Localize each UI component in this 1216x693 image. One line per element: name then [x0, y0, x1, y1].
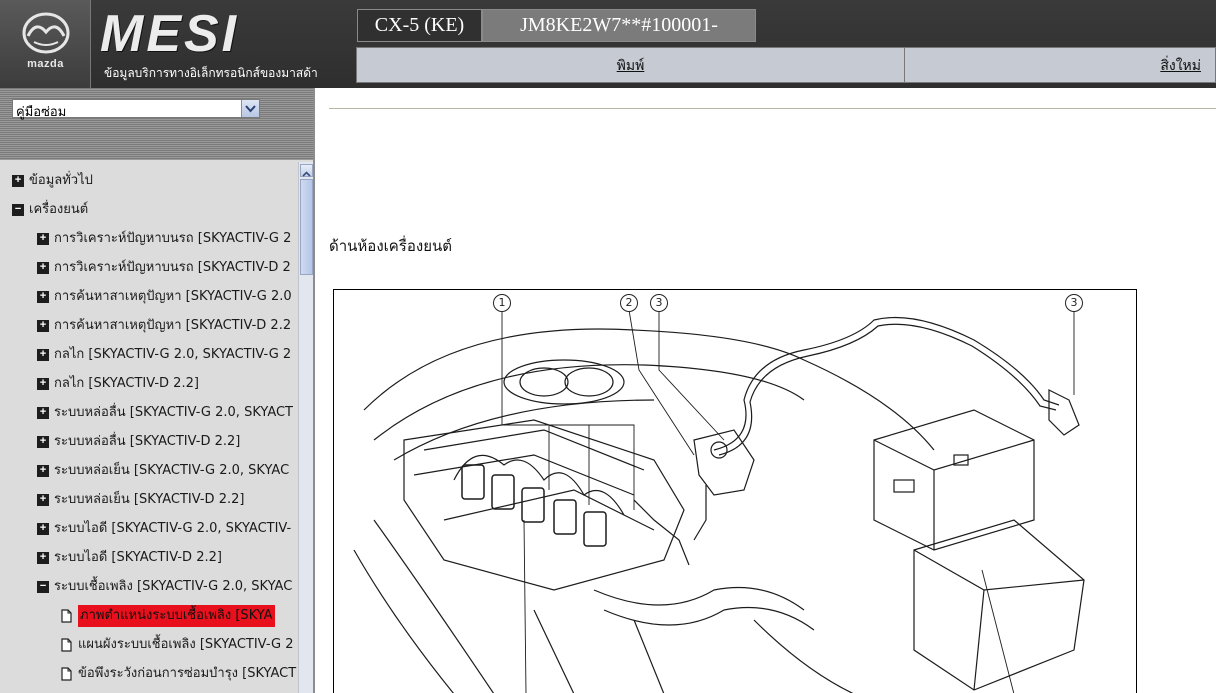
expand-icon[interactable]: +: [37, 291, 49, 303]
vehicle-model-label: CX-5 (KE): [357, 9, 482, 42]
tree-item-label: การค้นหาสาเหตุปัญหา [SKYACTIV-D 2.2: [54, 318, 292, 333]
logo-wordmark: mazda: [27, 58, 64, 70]
tree-item[interactable]: + กลไก [SKYACTIV-D 2.2]: [37, 373, 298, 395]
app-brand-title: MESI: [100, 5, 240, 63]
expand-icon[interactable]: +: [12, 175, 24, 187]
tree-item-label: ระบบไอดี [SKYACTIV-D 2.2]: [54, 550, 222, 565]
tree-item-label: ระบบหล่อลื่น [SKYACTIV-G 2.0, SKYACT: [54, 405, 294, 420]
mazda-logo: mazda: [0, 0, 91, 88]
expand-icon[interactable]: +: [37, 320, 49, 332]
expand-icon[interactable]: +: [37, 349, 49, 361]
navigation-tree: + ข้อมูลทั่วไป − เครื่องยนต์ + การวิเคราะห์ปั…: [0, 162, 298, 693]
document-icon: [61, 667, 72, 681]
tree-item-label: ระบบหล่อเย็น [SKYACTIV-D 2.2]: [54, 492, 245, 507]
callout-3-right: 3: [1065, 294, 1083, 312]
expand-icon[interactable]: +: [37, 523, 49, 535]
tree-item[interactable]: + ระบบหล่อลื่น [SKYACTIV-D 2.2]: [37, 431, 298, 453]
scroll-thumb[interactable]: [300, 179, 313, 275]
vin-label: JM8KE2W7**#100001-: [482, 9, 756, 42]
tree-item-label: การวิเคราะห์ปัญหาบนรถ [SKYACTIV-D 2: [54, 260, 291, 275]
tree-item[interactable]: + การวิเคราะห์ปัญหาบนรถ [SKYACTIV-D 2: [37, 257, 298, 279]
sidebar: คู่มือซ่อม + ข้อมูลทั่วไป − เครื่องยนต์ + การ…: [0, 88, 315, 693]
expand-icon[interactable]: +: [37, 465, 49, 477]
tree-item-label: ข้อมูลทั่วไป: [29, 173, 93, 188]
callout-1: 1: [493, 294, 511, 312]
tree-item-label-selected: ภาพตำแหน่งระบบเชื้อเพลิง [SKYA: [78, 605, 275, 627]
tree-item[interactable]: + ระบบหล่อลื่น [SKYACTIV-G 2.0, SKYACT: [37, 402, 298, 424]
tree-item[interactable]: + การค้นหาสาเหตุปัญหา [SKYACTIV-G 2.0: [37, 286, 298, 308]
tree-item[interactable]: − ระบบเชื้อเพลิง [SKYACTIV-G 2.0, SKYAC: [37, 576, 298, 598]
tree-item[interactable]: − เครื่องยนต์: [12, 199, 298, 221]
app-brand-subtitle: ข้อมูลบริการทางอิเล็กทรอนิกส์ของมาสด้า: [104, 66, 318, 80]
tree-item-label: ระบบหล่อเย็น [SKYACTIV-G 2.0, SKYAC: [54, 463, 290, 478]
sidebar-top-panel: คู่มือซ่อม: [0, 88, 313, 160]
whats-new-cell: สิ่งใหม่: [906, 48, 1215, 82]
toolbar: พิมพ์ สิ่งใหม่: [356, 47, 1216, 83]
tree-item[interactable]: แผนผังระบบเชื้อเพลิง [SKYACTIV-G 2: [61, 634, 298, 656]
tree-scrollbar[interactable]: [298, 162, 313, 693]
expand-icon[interactable]: +: [37, 552, 49, 564]
expand-icon[interactable]: +: [37, 262, 49, 274]
section-title: ด้านห้องเครื่องยนต์: [329, 237, 452, 255]
tree-item[interactable]: + ระบบไอดี [SKYACTIV-D 2.2]: [37, 547, 298, 569]
tree-item[interactable]: + การค้นหาสาเหตุปัญหา [SKYACTIV-D 2.2: [37, 315, 298, 337]
manual-type-value: คู่มือซ่อม: [16, 105, 67, 120]
print-link[interactable]: พิมพ์: [617, 58, 645, 74]
chevron-down-icon[interactable]: [241, 100, 259, 117]
tree-item-label: ระบบหล่อลื่น [SKYACTIV-D 2.2]: [54, 434, 241, 449]
tree-item-label: กลไก [SKYACTIV-G 2.0, SKYACTIV-G 2: [54, 347, 292, 362]
print-cell: พิมพ์: [357, 48, 905, 82]
tree-item[interactable]: + การวิเคราะห์ปัญหาบนรถ [SKYACTIV-G 2: [37, 228, 298, 250]
scroll-up-icon[interactable]: [300, 164, 313, 177]
tree-item[interactable]: + ข้อมูลทั่วไป: [12, 170, 298, 192]
whats-new-link[interactable]: สิ่งใหม่: [1160, 58, 1201, 74]
tree-item-label: ระบบไอดี [SKYACTIV-G 2.0, SKYACTIV-: [54, 521, 292, 536]
expand-icon[interactable]: +: [37, 407, 49, 419]
expand-icon[interactable]: +: [37, 233, 49, 245]
document-icon: [61, 638, 72, 652]
tree-item-label: การค้นหาสาเหตุปัญหา [SKYACTIV-G 2.0: [54, 289, 292, 304]
tree-item-label: ระบบเชื้อเพลิง [SKYACTIV-G 2.0, SKYAC: [54, 579, 293, 594]
tree-item-label: ข้อพึงระวังก่อนการซ่อมบำรุง [SKYACT: [78, 666, 297, 681]
callout-2: 2: [620, 294, 638, 312]
content-pane: ด้านห้องเครื่องยนต์ 1 2 3 3: [317, 88, 1216, 693]
collapse-icon[interactable]: −: [37, 581, 49, 593]
tree-item[interactable]: ข้อพึงระวังก่อนการซ่อมบำรุง [SKYACT: [61, 663, 298, 685]
manual-type-select[interactable]: คู่มือซ่อม: [12, 99, 260, 120]
expand-icon[interactable]: +: [37, 378, 49, 390]
app-header: mazda MESI ข้อมูลบริการทางอิเล็กทรอนิกส์…: [0, 0, 1216, 88]
expand-icon[interactable]: +: [37, 436, 49, 448]
tree-item[interactable]: + ระบบหล่อเย็น [SKYACTIV-D 2.2]: [37, 489, 298, 511]
expand-icon[interactable]: +: [37, 494, 49, 506]
document-icon: [61, 609, 72, 623]
callout-3: 3: [650, 294, 668, 312]
tree-item-label: การวิเคราะห์ปัญหาบนรถ [SKYACTIV-G 2: [54, 231, 292, 246]
engine-line-drawing: [353, 309, 1085, 693]
mazda-emblem-icon: [22, 12, 70, 54]
tree-item[interactable]: + ระบบหล่อเย็น [SKYACTIV-G 2.0, SKYAC: [37, 460, 298, 482]
content-divider: [329, 108, 1216, 109]
tree-item-label: แผนผังระบบเชื้อเพลิง [SKYACTIV-G 2: [78, 637, 294, 652]
tree-item[interactable]: + กลไก [SKYACTIV-G 2.0, SKYACTIV-G 2: [37, 344, 298, 366]
tree-item[interactable]: + ระบบไอดี [SKYACTIV-G 2.0, SKYACTIV-: [37, 518, 298, 540]
tree-item-label: เครื่องยนต์: [29, 202, 89, 217]
tree-item-label: กลไก [SKYACTIV-D 2.2]: [54, 376, 199, 391]
tree-item[interactable]: ภาพตำแหน่งระบบเชื้อเพลิง [SKYA: [61, 605, 298, 627]
collapse-icon[interactable]: −: [12, 204, 24, 216]
engine-compartment-diagram: 1 2 3 3: [333, 289, 1137, 693]
